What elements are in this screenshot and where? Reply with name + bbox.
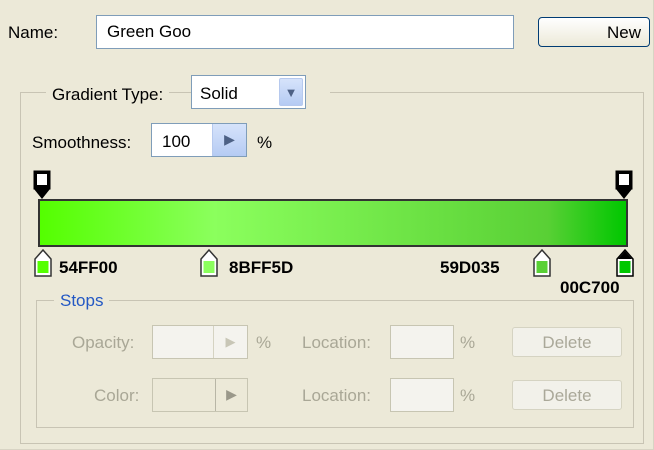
- new-button[interactable]: New: [538, 17, 650, 47]
- color-stop[interactable]: [34, 249, 52, 277]
- color-stop-selected[interactable]: [616, 249, 634, 277]
- gradient-editor-panel: Name: Green Goo New Gradient Type: Solid…: [0, 0, 654, 450]
- color-stop-label: 8BFF5D: [229, 258, 294, 277]
- gradient-type-value: Solid: [200, 84, 238, 103]
- smoothness-input[interactable]: 100 ▶: [151, 123, 247, 157]
- opacity-label: Opacity:: [72, 333, 135, 352]
- color-swatch-picker[interactable]: ▶: [152, 378, 248, 412]
- chevron-right-icon[interactable]: ▶: [213, 326, 247, 358]
- smoothness-label: Smoothness:: [32, 133, 132, 152]
- opacity-input[interactable]: ▶: [152, 325, 248, 359]
- color-label: Color:: [94, 386, 140, 405]
- color-stop-label: 59D035: [440, 258, 500, 277]
- name-label: Name:: [8, 23, 59, 42]
- color-stop[interactable]: [533, 249, 551, 277]
- gradient-type-label: Gradient Type:: [46, 85, 170, 105]
- color-location-input[interactable]: [390, 378, 454, 412]
- group-frame-gap: [306, 91, 330, 94]
- color-stop-label: 00C700: [560, 278, 620, 297]
- opacity-stop-start[interactable]: [33, 170, 51, 200]
- chevron-down-icon[interactable]: ▼: [279, 78, 303, 106]
- opacity-unit: %: [256, 333, 272, 352]
- stops-legend: Stops: [54, 291, 110, 311]
- color-location-label: Location:: [302, 386, 371, 405]
- chevron-right-icon[interactable]: ▶: [212, 124, 246, 156]
- color-location-unit: %: [460, 386, 476, 405]
- gradient-type-select[interactable]: Solid ▼: [191, 75, 306, 109]
- opacity-stop-end[interactable]: [615, 170, 633, 200]
- smoothness-unit: %: [257, 133, 273, 152]
- name-input[interactable]: Green Goo: [96, 15, 514, 49]
- opacity-location-label: Location:: [302, 333, 371, 352]
- gradient-bar[interactable]: [38, 199, 628, 247]
- color-delete-button[interactable]: Delete: [512, 380, 622, 410]
- opacity-location-unit: %: [460, 333, 476, 352]
- smoothness-value: 100: [162, 132, 191, 151]
- opacity-location-input[interactable]: [390, 325, 454, 359]
- color-stop[interactable]: [200, 249, 218, 277]
- opacity-delete-button[interactable]: Delete: [512, 327, 622, 357]
- color-stop-label: 54FF00: [59, 258, 118, 277]
- caret-right-icon[interactable]: ▶: [215, 379, 247, 411]
